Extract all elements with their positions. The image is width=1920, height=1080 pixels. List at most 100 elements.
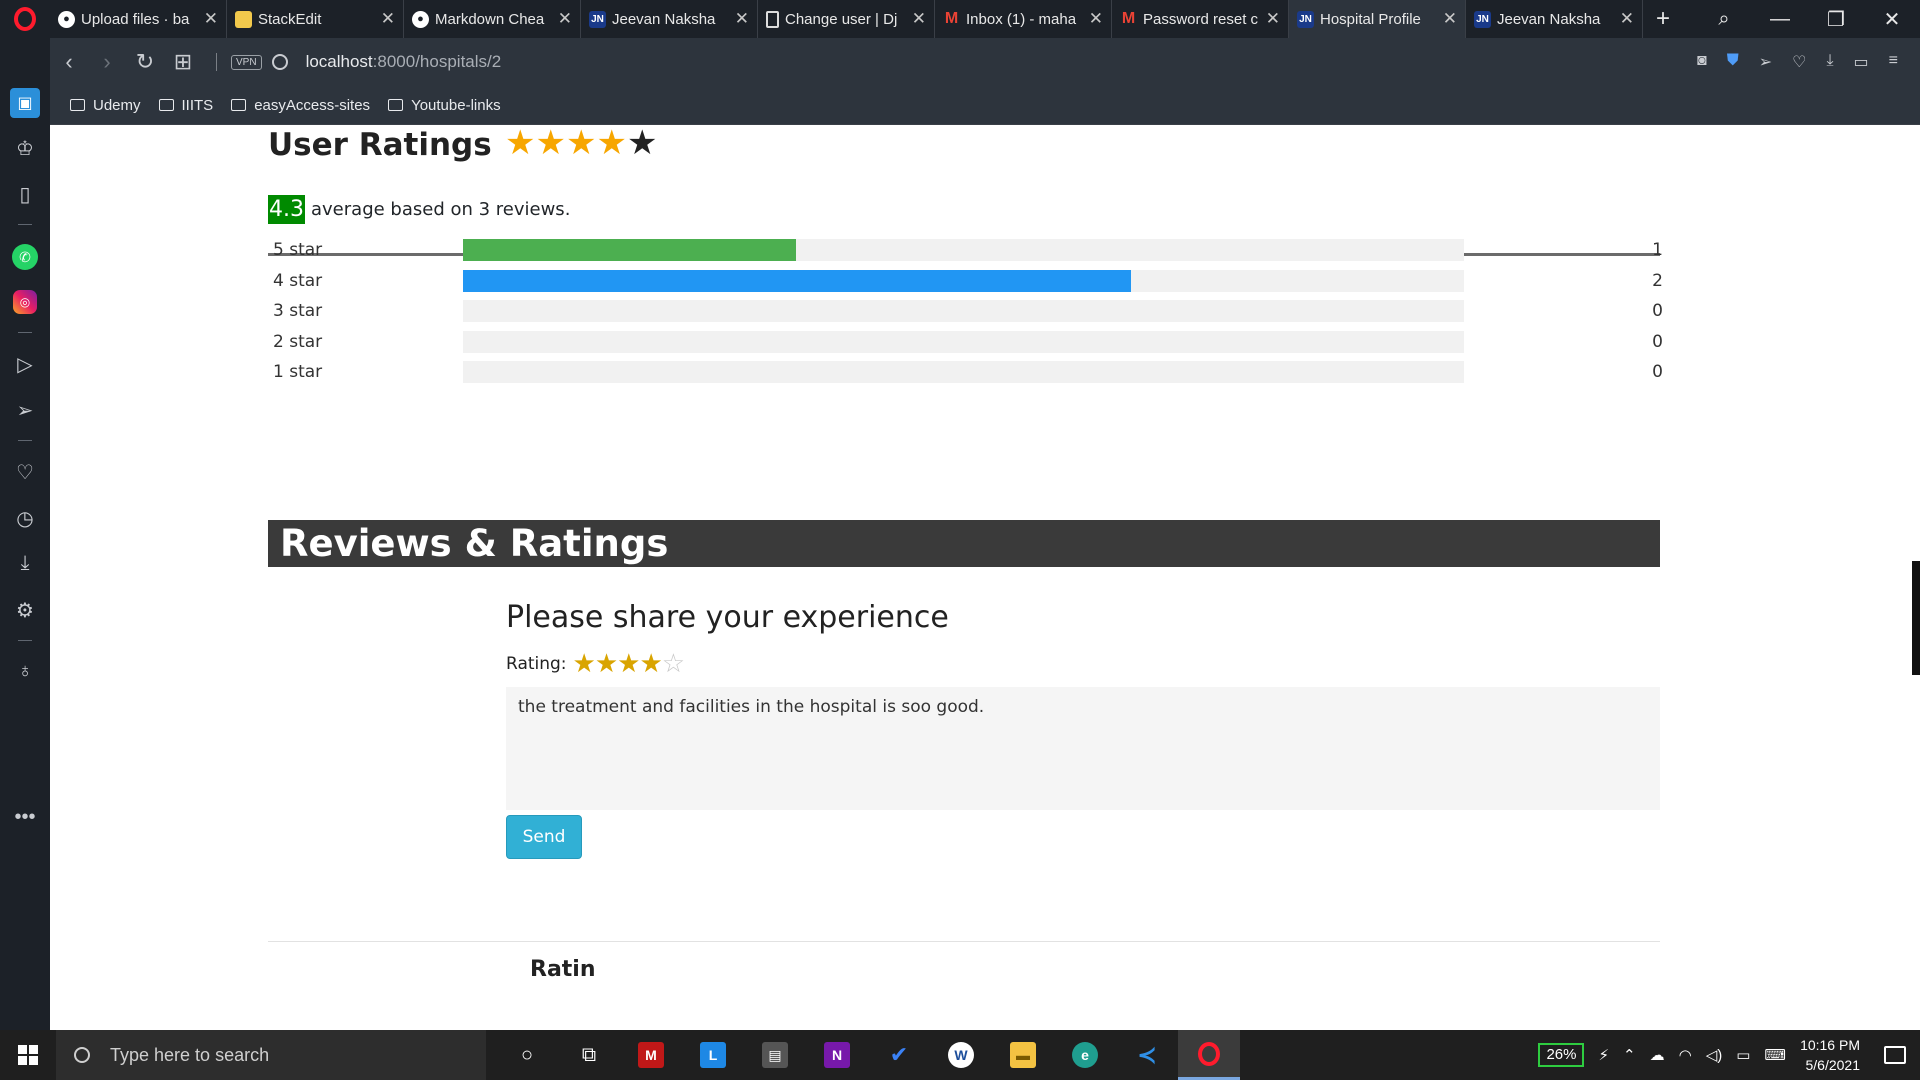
rating-bar-track: [463, 270, 1464, 292]
bookmark-label: Udemy: [93, 96, 141, 114]
reload-button[interactable]: ↻: [126, 49, 164, 75]
send-button[interactable]: Send: [506, 815, 582, 859]
notification-center-icon[interactable]: [1884, 1046, 1906, 1064]
bookmark-folder[interactable]: easyAccess-sites: [231, 97, 370, 114]
document-icon: [766, 10, 779, 28]
review-textarea[interactable]: the treatment and facilities in the hosp…: [506, 687, 1660, 810]
clock[interactable]: 10:16 PM 5/6/2021: [1800, 1035, 1860, 1075]
todo-icon[interactable]: ✔: [868, 1030, 930, 1080]
github-icon: ●: [58, 10, 75, 28]
bookmark-folder[interactable]: IIITS: [158, 97, 213, 114]
url-field[interactable]: localhost:8000/hospitals/2: [306, 52, 502, 72]
wifi-icon[interactable]: ◠: [1679, 1046, 1692, 1064]
meet-now-icon[interactable]: ▭: [1736, 1046, 1750, 1064]
cortana-icon[interactable]: ○: [496, 1030, 558, 1080]
tab-3[interactable]: JN Jeevan Naksha ✕: [581, 0, 758, 38]
tab-1[interactable]: StackEdit ✕: [227, 0, 404, 38]
tray-expand-icon[interactable]: ⌃: [1623, 1046, 1636, 1064]
page-scrollbar[interactable]: [1912, 561, 1920, 675]
tab-close-icon[interactable]: ✕: [1266, 9, 1280, 29]
settings-gear-icon[interactable]: ⚙: [0, 598, 50, 623]
sidebar-whatsapp[interactable]: ✆: [0, 244, 50, 270]
back-button[interactable]: ‹: [50, 49, 88, 75]
start-button[interactable]: [0, 1030, 56, 1080]
rating-star-selected-icon[interactable]: ★: [573, 649, 596, 679]
tab-close-icon[interactable]: ✕: [381, 9, 395, 29]
browser-tab-bar: ● Upload files · ba ✕ StackEdit ✕ ● Markdown C…: [0, 0, 1920, 38]
adblock-shield-icon[interactable]: ⛊: [1727, 52, 1739, 72]
send-icon[interactable]: ➢: [1759, 52, 1772, 72]
sidebar-more-icon[interactable]: •••: [0, 806, 50, 829]
mcafee-icon[interactable]: M: [620, 1030, 682, 1080]
close-window-button[interactable]: ✕: [1864, 7, 1920, 32]
task-view-icon[interactable]: ⧉: [558, 1030, 620, 1080]
opera-menu-button[interactable]: [0, 0, 50, 38]
player-icon[interactable]: ▷: [0, 352, 50, 377]
rating-row-label: 4 star: [273, 271, 323, 291]
tab-close-icon[interactable]: ✕: [1620, 9, 1634, 29]
tab-8[interactable]: JN Jeevan Naksha ✕: [1466, 0, 1643, 38]
tab-4[interactable]: Change user | Dj ✕: [758, 0, 935, 38]
forward-button[interactable]: ›: [88, 49, 126, 75]
average-star-rating: ★★★★★: [505, 125, 657, 163]
onenote-icon[interactable]: N: [806, 1030, 868, 1080]
rating-star-unselected-icon[interactable]: ☆: [662, 649, 685, 679]
sidebar-crown-icon[interactable]: ♔: [0, 136, 50, 161]
edge-icon[interactable]: e: [1054, 1030, 1116, 1080]
tab-label: Jeevan Naksha: [1497, 10, 1601, 28]
whatsapp-icon: ✆: [12, 244, 38, 270]
snapshot-icon[interactable]: ◙: [1697, 52, 1707, 72]
tabs-overview-button[interactable]: ⊞: [164, 49, 202, 75]
bookmark-folder[interactable]: Youtube-links: [388, 97, 501, 114]
volume-icon[interactable]: ◁): [1706, 1046, 1723, 1064]
rating-row-count: 2: [1652, 271, 1663, 291]
keyboard-icon[interactable]: ⌨: [1764, 1046, 1786, 1064]
downloads-sidebar-icon[interactable]: ⤓: [0, 552, 50, 575]
rating-star-selected-icon[interactable]: ★: [595, 649, 618, 679]
tab-close-icon[interactable]: ✕: [1089, 9, 1103, 29]
sidebar-instagram[interactable]: ◎: [0, 290, 50, 314]
bookmark-heart-icon[interactable]: ♡: [1792, 52, 1806, 72]
flow-send-icon[interactable]: ➢: [0, 398, 50, 423]
tab-close-icon[interactable]: ✕: [558, 9, 572, 29]
history-clock-icon[interactable]: ◷: [0, 506, 50, 531]
vscode-icon[interactable]: ≺: [1116, 1030, 1178, 1080]
onedrive-icon[interactable]: ☁: [1650, 1046, 1665, 1064]
divider: [216, 53, 217, 71]
opera-taskbar-icon[interactable]: [1178, 1030, 1240, 1080]
tab-close-icon[interactable]: ✕: [735, 9, 749, 29]
store-icon[interactable]: ▤: [744, 1030, 806, 1080]
tab-2[interactable]: ● Markdown Chea ✕: [404, 0, 581, 38]
l-app-icon[interactable]: L: [682, 1030, 744, 1080]
battery-saver-icon[interactable]: ▭: [1854, 52, 1869, 72]
world-app-icon[interactable]: W: [930, 1030, 992, 1080]
file-explorer-icon[interactable]: ▬: [992, 1030, 1054, 1080]
vpn-badge[interactable]: VPN: [231, 54, 262, 70]
bookmark-folder[interactable]: Udemy: [70, 97, 141, 114]
tab-search-icon[interactable]: ⌕: [1696, 8, 1752, 31]
rating-star-selected-icon[interactable]: ★: [617, 649, 640, 679]
site-info-icon[interactable]: [271, 54, 288, 70]
battery-indicator[interactable]: 26%: [1538, 1043, 1585, 1067]
downloads-icon[interactable]: ⤓: [1826, 52, 1833, 72]
tab-close-icon[interactable]: ✕: [204, 9, 218, 29]
rating-star-selected-icon[interactable]: ★: [639, 649, 662, 679]
minimize-button[interactable]: —: [1752, 8, 1808, 31]
rating-bar-track: [463, 331, 1464, 353]
folder-icon: [158, 99, 174, 111]
tips-lightbulb-icon[interactable]: ♁: [0, 660, 50, 683]
sidebar-workspaces[interactable]: ▣: [0, 88, 50, 118]
tab-6[interactable]: M Password reset c ✕: [1112, 0, 1289, 38]
sidebar-book-icon[interactable]: ▯: [0, 182, 50, 207]
taskbar-search[interactable]: Type here to search: [56, 1030, 486, 1080]
easy-setup-icon[interactable]: ≡: [1889, 52, 1898, 72]
tab-0[interactable]: ● Upload files · ba ✕: [50, 0, 227, 38]
heart-icon[interactable]: ♡: [0, 460, 50, 485]
tab-7[interactable]: JN Hospital Profile ✕: [1289, 0, 1466, 38]
new-tab-button[interactable]: +: [1643, 0, 1683, 38]
tab-close-icon[interactable]: ✕: [1443, 9, 1457, 29]
rating-row: 3 star 0: [273, 300, 1663, 322]
tab-5[interactable]: M Inbox (1) - maha ✕: [935, 0, 1112, 38]
restore-button[interactable]: ❐: [1808, 7, 1864, 32]
tab-close-icon[interactable]: ✕: [912, 9, 926, 29]
